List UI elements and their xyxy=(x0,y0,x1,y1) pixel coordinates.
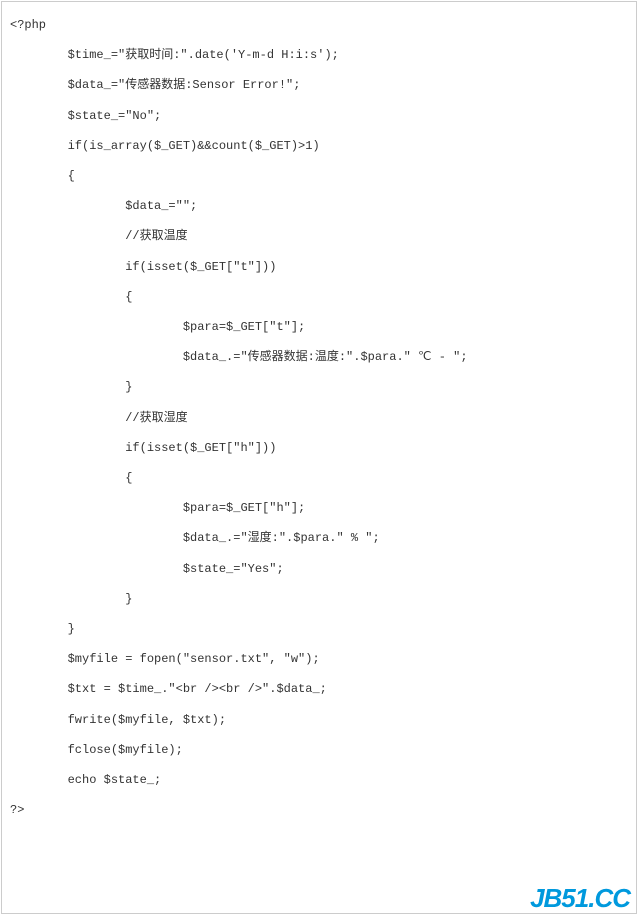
code-block: <?php $time_="获取时间:".date('Y-m-d H:i:s')… xyxy=(1,1,637,914)
watermark-text: JB51.CC xyxy=(530,885,630,911)
php-code: <?php $time_="获取时间:".date('Y-m-d H:i:s')… xyxy=(2,2,636,833)
